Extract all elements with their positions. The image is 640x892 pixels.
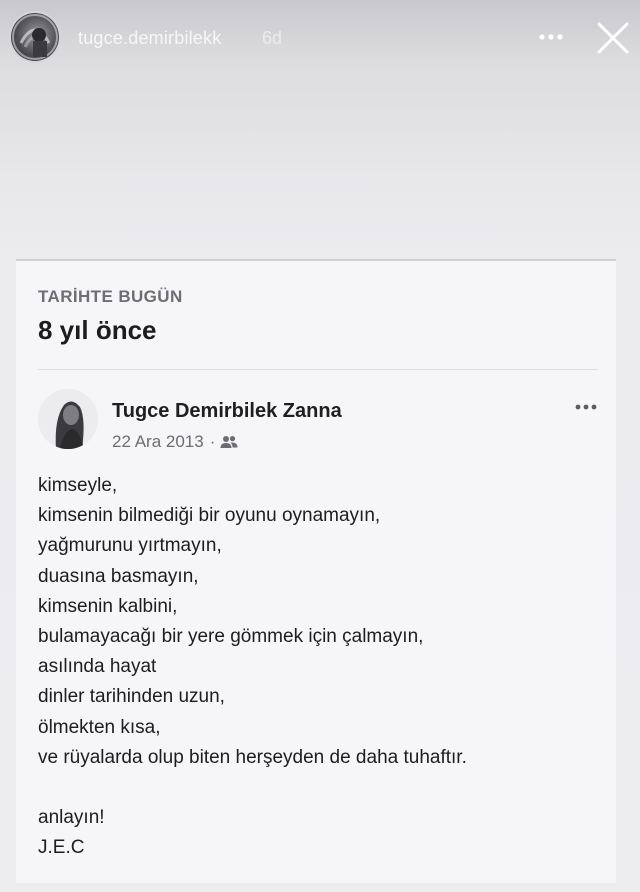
post-line: duasına basmayın, [38,565,199,587]
close-icon [597,22,629,54]
memory-card: TARİHTE BUGÜN 8 yıl önce Tugce Demirbile… [16,259,616,883]
post-line: bulamayacağı bir yere gömmek için çalmay… [38,626,424,648]
story-username[interactable]: tugce.demirbilekk [78,28,221,49]
more-horizontal-icon [575,404,597,410]
memory-eyebrow: TARİHTE BUGÜN [38,287,183,306]
more-horizontal-icon [539,34,563,40]
post-meta: 22 Ara 2013 · [112,432,238,452]
audience-friends-icon[interactable] [220,435,238,449]
post-line: yağmurunu yırtmayın, [38,535,222,557]
avatar-image-icon [38,389,98,449]
post-line: asılında hayat [38,656,157,678]
post-line: kimsenin bilmediği bir oyunu oynamayın, [38,505,381,527]
post-author-name[interactable]: Tugce Demirbilek Zanna [112,400,342,423]
more-options-button[interactable] [532,22,572,52]
post-date[interactable]: 22 Ara 2013 [112,432,204,452]
story-avatar[interactable] [11,13,59,61]
friends-icon [220,436,238,448]
avatar-image-icon [12,14,58,60]
post-line: dinler tarihinden uzun, [38,686,225,708]
post-body: kimseyle, kimsenin bilmediği bir oyunu o… [38,471,608,863]
divider [38,369,598,370]
story-header: tugce.demirbilekk 6d [0,0,640,76]
story-timestamp: 6d [262,28,283,48]
post-author-avatar[interactable] [38,389,98,449]
post-line: ve rüyalarda olup biten herşeyden de dah… [38,746,467,768]
post-line: J.E.C [38,837,85,859]
post-line: ölmekten kısa, [38,716,161,738]
post-line [38,773,608,803]
post-line: anlayın! [38,807,105,829]
post-line: kimsenin kalbini, [38,595,178,617]
meta-separator: · [209,432,216,451]
memory-title: 8 yıl önce [38,315,157,345]
post-options-button[interactable] [570,397,606,417]
post-line: kimseyle, [38,475,118,496]
close-button[interactable] [594,19,632,57]
